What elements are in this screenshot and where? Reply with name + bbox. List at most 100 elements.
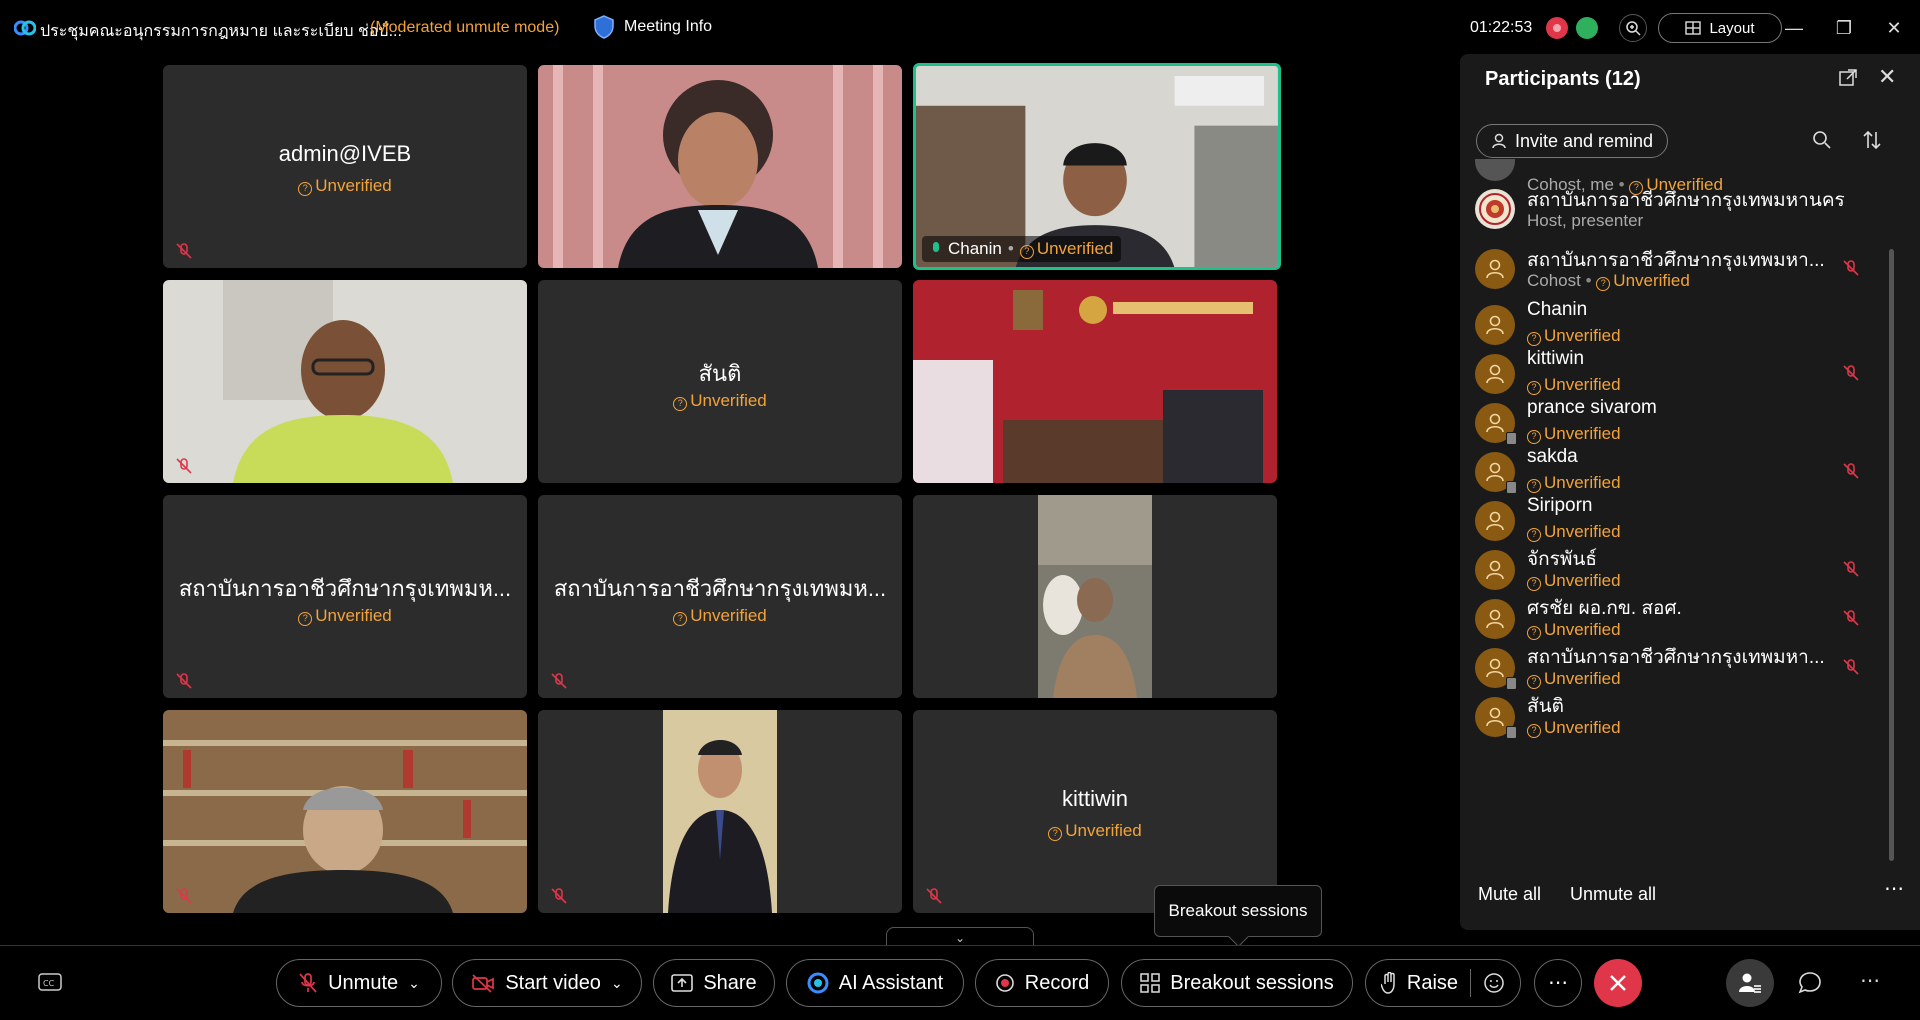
- tile-name: admin@IVEB: [278, 141, 412, 166]
- video-tile-portrait-woman[interactable]: [913, 495, 1277, 698]
- participants-panel: Participants (12) ✕ Invite and remind Co…: [1460, 54, 1920, 930]
- start-video-button[interactable]: Start video ⌄: [452, 959, 642, 1007]
- avatar: [1475, 305, 1515, 345]
- unverified-icon: ?: [1527, 332, 1541, 346]
- device-icon: [1506, 726, 1517, 739]
- breakout-sessions-button[interactable]: Breakout sessions: [1121, 959, 1353, 1007]
- meeting-info-label: Meeting Info: [624, 18, 713, 35]
- unmute-all-button[interactable]: Unmute all: [1570, 884, 1656, 905]
- participant-name: สันติ: [1527, 696, 1564, 717]
- sort-icon[interactable]: [1862, 130, 1882, 150]
- shield-icon: [594, 15, 614, 39]
- participant-name: kittiwin: [1527, 348, 1585, 369]
- unverified-icon: ?: [1527, 577, 1541, 591]
- video-tile-portrait-man[interactable]: [538, 710, 902, 913]
- avatar: [1475, 599, 1515, 639]
- meeting-title: ประชุมคณะอนุกรรมการกฎหมาย และระเบียบ ช่อ…: [40, 23, 402, 40]
- more-controls-button[interactable]: ⋯: [1534, 959, 1582, 1007]
- raise-hand-button[interactable]: Raise: [1365, 959, 1521, 1007]
- unverified-icon: ?: [1527, 528, 1541, 542]
- video-tile-institute-1[interactable]: สถาบันการอาชีวศึกษากรุงเทพมห... ? Unverif…: [163, 495, 527, 698]
- title-bar: ประชุมคณะอนุกรรมการกฎหมาย และระเบียบ ช่อ…: [0, 0, 1920, 58]
- muted-mic-icon[interactable]: [1842, 609, 1860, 627]
- breakout-grid-icon: [1140, 973, 1161, 993]
- person-icon: [1486, 413, 1504, 433]
- invite-and-remind-button[interactable]: Invite and remind: [1476, 124, 1668, 158]
- participant-name: prance sivarom: [1527, 397, 1657, 418]
- participant-status: ? Unverified: [1527, 522, 1621, 542]
- minimize-button[interactable]: —: [1782, 16, 1806, 40]
- chevron-down-icon[interactable]: ⌄: [611, 975, 623, 992]
- unverified-icon: ?: [673, 612, 688, 626]
- more-options-icon[interactable]: ⋯: [1884, 876, 1904, 901]
- participant-video: [538, 65, 902, 268]
- person-icon: [1486, 511, 1504, 531]
- participants-toggle-button[interactable]: [1726, 959, 1774, 1007]
- avatar: [1475, 550, 1515, 590]
- avatar: [1475, 354, 1515, 394]
- participant-name: Chanin: [1527, 299, 1588, 320]
- pop-out-icon[interactable]: [1838, 68, 1858, 88]
- participant-status: ? Unverified: [1527, 375, 1621, 395]
- chat-icon[interactable]: [1797, 970, 1823, 996]
- video-tile-bookshelf-man[interactable]: [163, 710, 527, 913]
- leave-meeting-button[interactable]: [1594, 959, 1642, 1007]
- tile-name: สันติ: [698, 361, 742, 386]
- close-panel-icon[interactable]: ✕: [1878, 64, 1896, 90]
- person-icon: [1486, 315, 1504, 335]
- muted-mic-icon[interactable]: [1842, 658, 1860, 676]
- avatar: [1475, 648, 1517, 690]
- share-button[interactable]: Share: [653, 959, 775, 1007]
- network-health-icon[interactable]: [1576, 17, 1598, 39]
- video-tile-kittiwin[interactable]: kittiwin ? Unverified: [913, 710, 1277, 913]
- video-tile-participant-2[interactable]: [538, 65, 902, 268]
- layout-label: Layout: [1709, 19, 1755, 37]
- participant-row[interactable]: สันติ? Unverified: [1460, 691, 1900, 751]
- closed-captions-icon[interactable]: CC: [38, 972, 62, 992]
- participant-video: [163, 280, 527, 483]
- device-icon: [1506, 481, 1517, 494]
- tile-status: ? Unverified: [538, 391, 902, 411]
- participant-status: ? Unverified: [1527, 669, 1621, 689]
- more-options-icon[interactable]: ⋯: [1860, 968, 1880, 993]
- person-icon: [1486, 658, 1504, 678]
- hand-icon: [1380, 972, 1395, 994]
- muted-mic-icon: [299, 973, 317, 993]
- muted-mic-icon: [176, 888, 192, 904]
- video-tile-chanin[interactable]: Chanin • ? Unverified: [913, 63, 1281, 270]
- restore-button[interactable]: ❐: [1832, 16, 1856, 40]
- unverified-icon: ?: [1019, 245, 1034, 259]
- record-button[interactable]: Record: [975, 959, 1109, 1007]
- device-icon: [1506, 432, 1517, 445]
- unverified-icon: ?: [1527, 724, 1541, 738]
- zoom-button[interactable]: [1619, 14, 1647, 42]
- reactions-icon[interactable]: [1483, 972, 1505, 994]
- ai-assistant-button[interactable]: AI Assistant: [786, 959, 964, 1007]
- control-bar: CC Unmute ⌄ Start video ⌄ Share AI Assis…: [0, 945, 1920, 1020]
- layout-grid-icon: [1685, 21, 1702, 35]
- muted-mic-icon[interactable]: [1842, 462, 1860, 480]
- close-icon: [1610, 975, 1626, 991]
- muted-mic-icon[interactable]: [1842, 364, 1860, 382]
- video-off-icon: [472, 974, 495, 993]
- collapse-grid-tab[interactable]: ⌄: [886, 927, 1034, 947]
- video-tile-admin[interactable]: admin@IVEB ? Unverified: [163, 65, 527, 268]
- person-icon: [1486, 609, 1504, 629]
- video-tile-conference-room[interactable]: [913, 280, 1277, 483]
- video-tile-participant-4[interactable]: [163, 280, 527, 483]
- muted-mic-icon[interactable]: [1842, 560, 1860, 578]
- recording-indicator-icon[interactable]: [1546, 17, 1568, 39]
- avatar: [1475, 501, 1515, 541]
- close-window-button[interactable]: ✕: [1882, 16, 1906, 40]
- layout-button[interactable]: Layout: [1658, 13, 1782, 43]
- mute-all-button[interactable]: Mute all: [1478, 884, 1541, 905]
- muted-mic-icon: [551, 888, 567, 904]
- participant-scrollbar[interactable]: [1889, 249, 1894, 861]
- unverified-icon: ?: [1527, 430, 1541, 444]
- chevron-down-icon[interactable]: ⌄: [408, 975, 420, 992]
- unmute-button[interactable]: Unmute ⌄: [276, 959, 442, 1007]
- video-tile-institute-2[interactable]: สถาบันการอาชีวศึกษากรุงเทพมห... ? Unverif…: [538, 495, 902, 698]
- meeting-info-button[interactable]: Meeting Info: [594, 15, 712, 39]
- video-tile-santi[interactable]: สันติ ? Unverified: [538, 280, 902, 483]
- search-icon[interactable]: [1812, 130, 1832, 150]
